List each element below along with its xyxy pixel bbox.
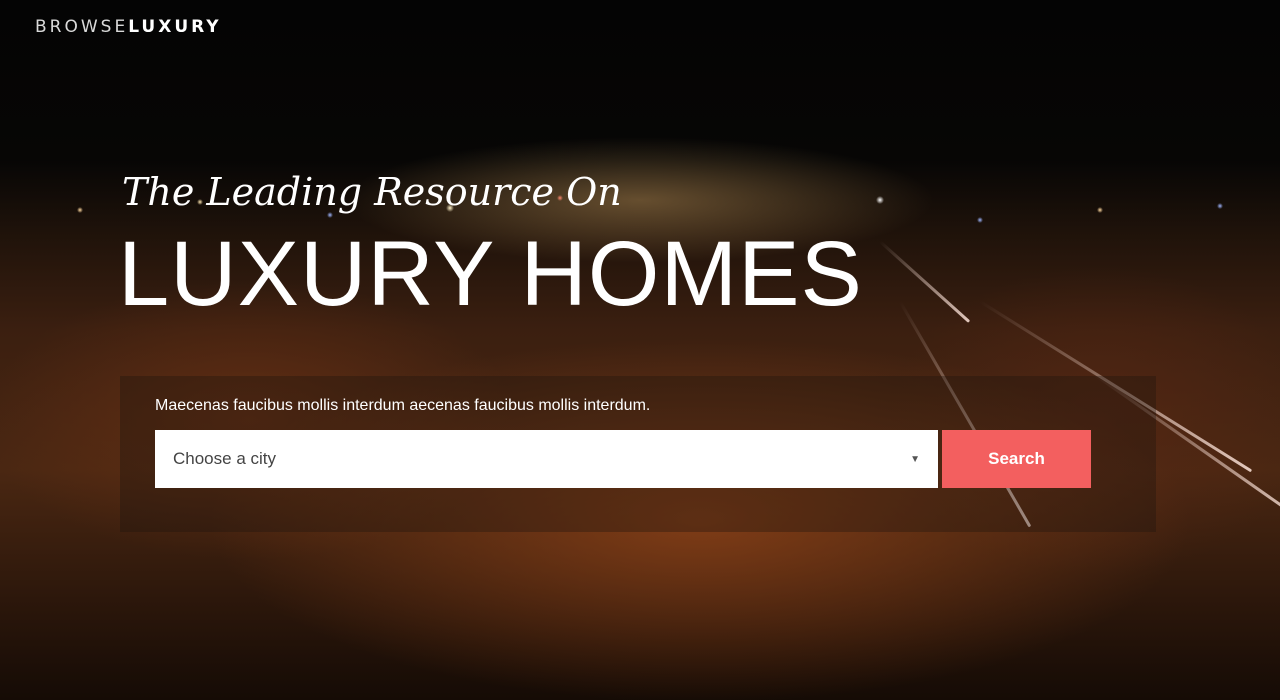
search-button[interactable]: Search (942, 430, 1091, 488)
city-select[interactable]: Choose a city ▼ (155, 430, 938, 488)
chevron-down-icon: ▼ (910, 453, 920, 465)
light-trail (878, 240, 971, 323)
city-select-value: Choose a city (173, 449, 276, 468)
logo-part-luxury: LUXURY (128, 17, 222, 37)
site-logo[interactable]: BROWSELUXURY (35, 17, 222, 37)
hero-tagline: The Leading Resource On (122, 170, 622, 214)
hero-subtext: Maecenas faucibus mollis interdum aecena… (155, 397, 651, 414)
logo-part-browse: BROWSE (35, 17, 129, 37)
hero-background-image (0, 0, 1280, 700)
hero-headline: LUXURY HOMES (118, 223, 863, 325)
